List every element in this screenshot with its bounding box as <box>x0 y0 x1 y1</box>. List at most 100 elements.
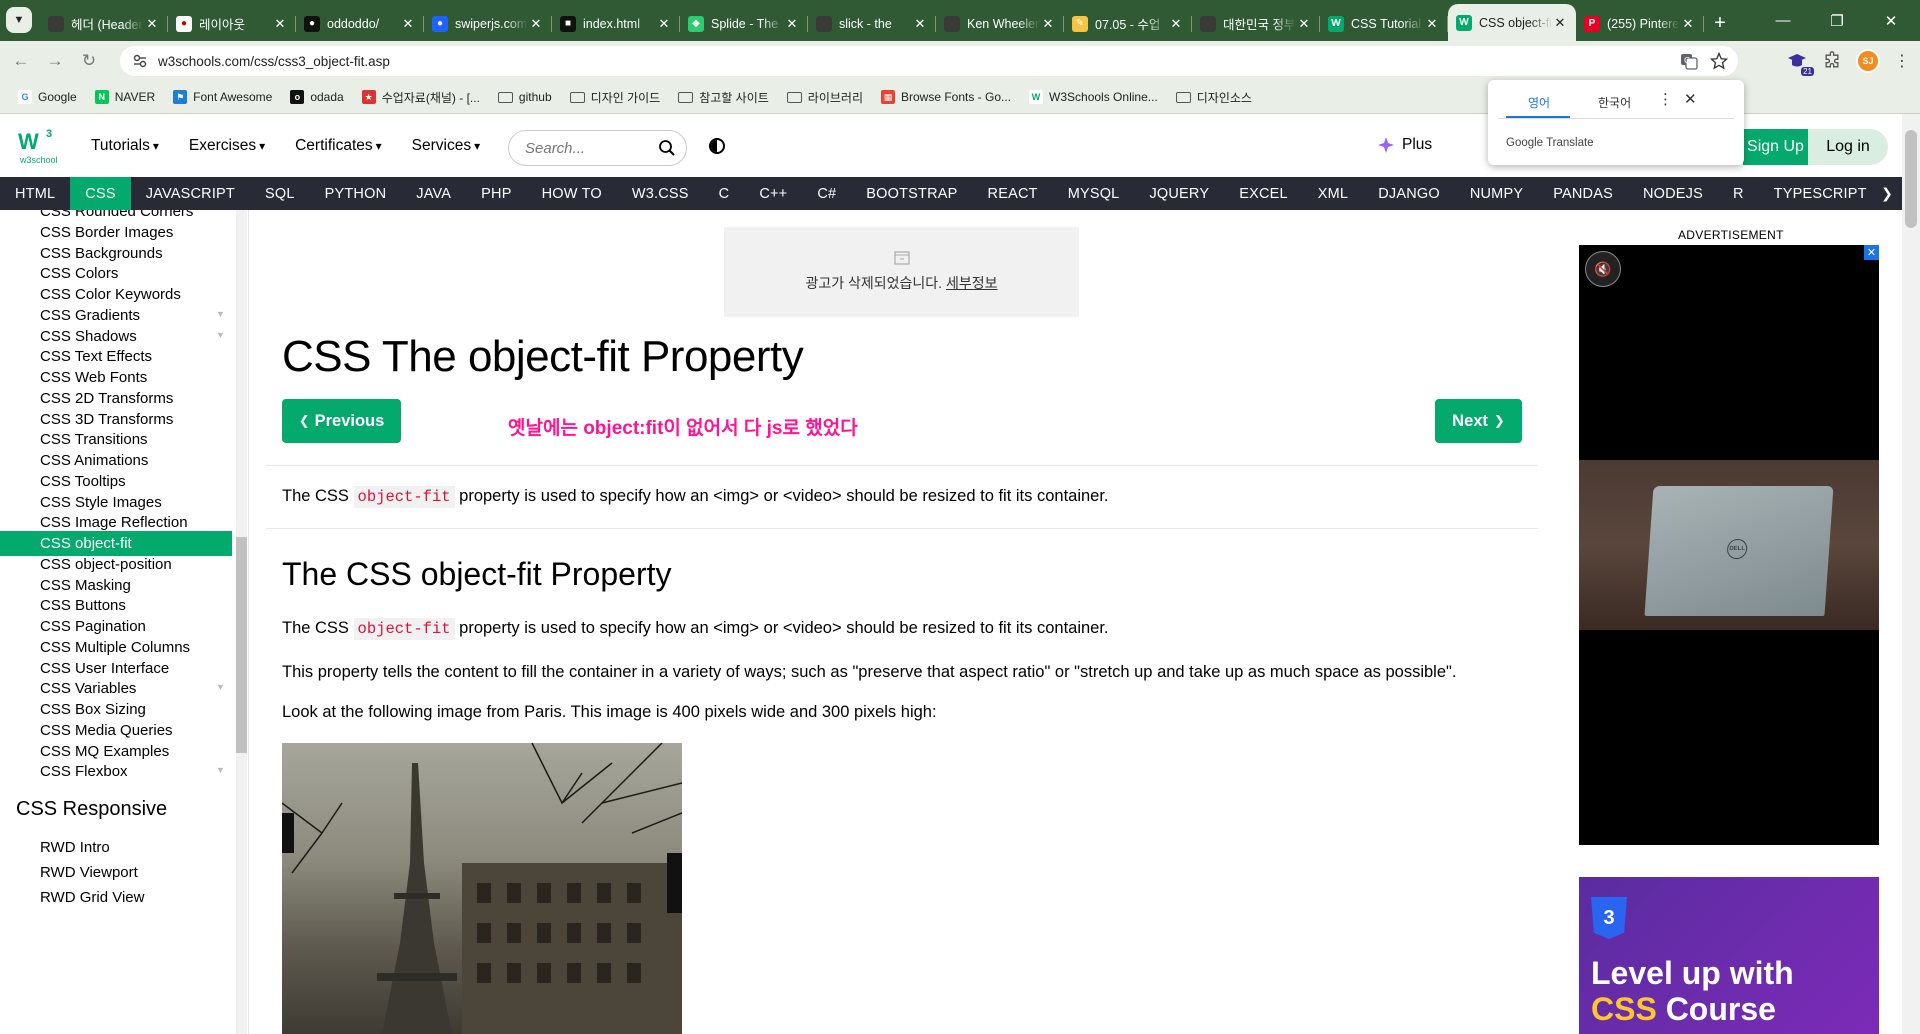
extension-mortarboard-icon[interactable]: 21 <box>1786 50 1814 76</box>
search-input[interactable]: Search... <box>508 130 687 166</box>
lang-link[interactable]: TYPESCRIPT <box>1759 177 1882 210</box>
browser-menu-icon[interactable]: ⋮ <box>1894 51 1910 71</box>
plus-link[interactable]: Plus <box>1378 136 1432 154</box>
lang-link[interactable]: JAVA <box>401 177 466 210</box>
close-window-button[interactable]: ✕ <box>1864 0 1918 41</box>
tab-11[interactable]: W CSS object-fit ✕ <box>1448 4 1576 41</box>
lang-link[interactable]: EXCEL <box>1224 177 1303 210</box>
ad-close-icon[interactable]: ✕ <box>1864 245 1879 260</box>
lang-link[interactable]: HTML <box>0 177 70 210</box>
lang-link[interactable]: R <box>1718 177 1759 210</box>
tab-close-icon[interactable]: ✕ <box>528 16 544 32</box>
tab-3[interactable]: ● swiperjs.com ✕ <box>424 7 552 40</box>
bookmark-item[interactable]: 디자인 가이드 <box>564 84 667 110</box>
tab-close-icon[interactable]: ✕ <box>1552 15 1568 31</box>
sidebar-item[interactable]: RWD Grid View <box>0 885 232 910</box>
address-bar[interactable]: w3schools.com/css/css3_object-fit.asp G <box>120 46 1738 76</box>
tab-6[interactable]: slick - the ✕ <box>808 7 936 40</box>
tab-close-icon[interactable]: ✕ <box>400 16 416 32</box>
bookmark-item[interactable]: G Google <box>12 84 83 110</box>
sidebar-scrollbar-thumb[interactable] <box>236 537 247 753</box>
topmenu-services[interactable]: Services ▾ <box>412 137 480 155</box>
lang-link[interactable]: PHP <box>466 177 526 210</box>
sidebar-item[interactable]: RWD Intro <box>0 835 232 860</box>
lang-link[interactable]: W3.CSS <box>617 177 704 210</box>
lang-link[interactable]: DJANGO <box>1363 177 1455 210</box>
tab-2[interactable]: ● oddoddo/ ✕ <box>296 7 424 40</box>
bookmark-item[interactable]: ▦ Browse Fonts - Go... <box>875 84 1017 110</box>
tab-5[interactable]: ◆ Splide - The ✕ <box>680 7 808 40</box>
lang-link[interactable]: REACT <box>973 177 1053 210</box>
topmenu-certificates[interactable]: Certificates ▾ <box>295 137 382 155</box>
bookmark-item[interactable]: ⚑ Font Awesome <box>167 84 278 110</box>
page-scrollbar-thumb[interactable] <box>1905 130 1917 228</box>
bookmark-item[interactable]: o odada <box>284 84 349 110</box>
tab-close-icon[interactable]: ✕ <box>912 16 928 32</box>
translate-lang-korean[interactable]: 한국어 <box>1598 94 1631 111</box>
lang-link[interactable]: JAVASCRIPT <box>131 177 250 210</box>
tab-4[interactable]: ■ index.html ✕ <box>552 7 680 40</box>
lang-link[interactable]: XML <box>1303 177 1363 210</box>
lang-link[interactable]: PANDAS <box>1538 177 1628 210</box>
bookmark-item[interactable]: 라이브러리 <box>781 84 869 110</box>
lang-link[interactable]: MYSQL <box>1053 177 1135 210</box>
lang-link[interactable]: JQUERY <box>1134 177 1224 210</box>
profile-avatar[interactable]: SJ <box>1856 49 1880 73</box>
lang-link[interactable]: C <box>704 177 745 210</box>
extensions-puzzle-icon[interactable] <box>1822 51 1842 71</box>
minimize-button[interactable]: — <box>1756 0 1810 41</box>
lang-link[interactable]: HOW TO <box>527 177 617 210</box>
sign-up-button[interactable]: Sign Up <box>1743 129 1808 165</box>
tab-close-icon[interactable]: ✕ <box>1424 16 1440 32</box>
translate-lang-english[interactable]: 영어 <box>1528 94 1550 111</box>
bookmark-item[interactable]: N NAVER <box>89 84 161 110</box>
tab-12[interactable]: P (255) Pinterest✕ <box>1576 7 1704 40</box>
tab-0[interactable]: 헤더 (Header) ✕ <box>40 7 168 40</box>
tab-8[interactable]: ✎ 07.05 - 수업 ✕ <box>1064 7 1192 40</box>
url-text[interactable]: w3schools.com/css/css3_object-fit.asp <box>158 54 390 69</box>
tab-1[interactable]: ● 레이아웃 ✕ <box>168 7 296 40</box>
tab-9[interactable]: 대한민국 정부 ✕ <box>1192 7 1320 40</box>
translate-close-icon[interactable]: ✕ <box>1684 90 1697 108</box>
search-icon[interactable] <box>658 139 676 157</box>
sidebar-item[interactable]: CSS Flexbox <box>0 759 232 784</box>
dark-mode-toggle-icon[interactable] <box>709 138 725 154</box>
previous-button[interactable]: ❮ Previous <box>282 399 401 443</box>
w3schools-logo[interactable]: W 3 w3schools <box>18 127 58 167</box>
lang-link[interactable]: CSS <box>70 177 131 210</box>
tab-close-icon[interactable]: ✕ <box>1040 16 1056 32</box>
lang-link[interactable]: SQL <box>250 177 310 210</box>
translate-options-icon[interactable]: ⋮ <box>1658 90 1673 108</box>
restore-button[interactable]: ❐ <box>1810 0 1864 41</box>
topmenu-tutorials[interactable]: Tutorials ▾ <box>91 137 159 155</box>
css-course-promo[interactable]: 3 Level up with CSS Course <box>1579 877 1879 1034</box>
lang-link[interactable]: NUMPY <box>1455 177 1538 210</box>
new-tab-button[interactable]: + <box>1704 7 1736 40</box>
tab-search-button[interactable]: ▼ <box>6 7 32 33</box>
tab-10[interactable]: W CSS Tutorial ✕ <box>1320 7 1448 40</box>
sidebar-item[interactable]: RWD Viewport <box>0 860 232 885</box>
lang-link[interactable]: NODEJS <box>1628 177 1718 210</box>
tab-close-icon[interactable]: ✕ <box>656 16 672 32</box>
tab-close-icon[interactable]: ✕ <box>784 16 800 32</box>
lang-link[interactable]: C++ <box>744 177 802 210</box>
tab-close-icon[interactable]: ✕ <box>1680 16 1696 32</box>
reload-button[interactable]: ↻ <box>72 44 106 78</box>
bookmark-item[interactable]: 디자인소스 <box>1170 84 1258 110</box>
translate-icon[interactable]: G <box>1680 52 1698 70</box>
mute-icon[interactable]: 🔇 <box>1585 251 1621 287</box>
lang-link[interactable]: BOOTSTRAP <box>851 177 972 210</box>
langbar-scroll-right-icon[interactable]: ❯ <box>1872 177 1902 210</box>
log-in-button[interactable]: Log in <box>1808 129 1888 165</box>
next-button[interactable]: Next ❯ <box>1435 399 1522 443</box>
forward-button[interactable]: → <box>38 44 72 78</box>
tab-close-icon[interactable]: ✕ <box>272 16 288 32</box>
tab-close-icon[interactable]: ✕ <box>1296 16 1312 32</box>
tab-close-icon[interactable]: ✕ <box>1168 16 1184 32</box>
topmenu-exercises[interactable]: Exercises ▾ <box>189 137 265 155</box>
tab-close-icon[interactable]: ✕ <box>144 16 160 32</box>
bookmark-item[interactable]: github <box>492 84 558 110</box>
site-info-icon[interactable] <box>132 53 148 69</box>
tab-7[interactable]: Ken Wheeler ✕ <box>936 7 1064 40</box>
lang-link[interactable]: PYTHON <box>310 177 402 210</box>
